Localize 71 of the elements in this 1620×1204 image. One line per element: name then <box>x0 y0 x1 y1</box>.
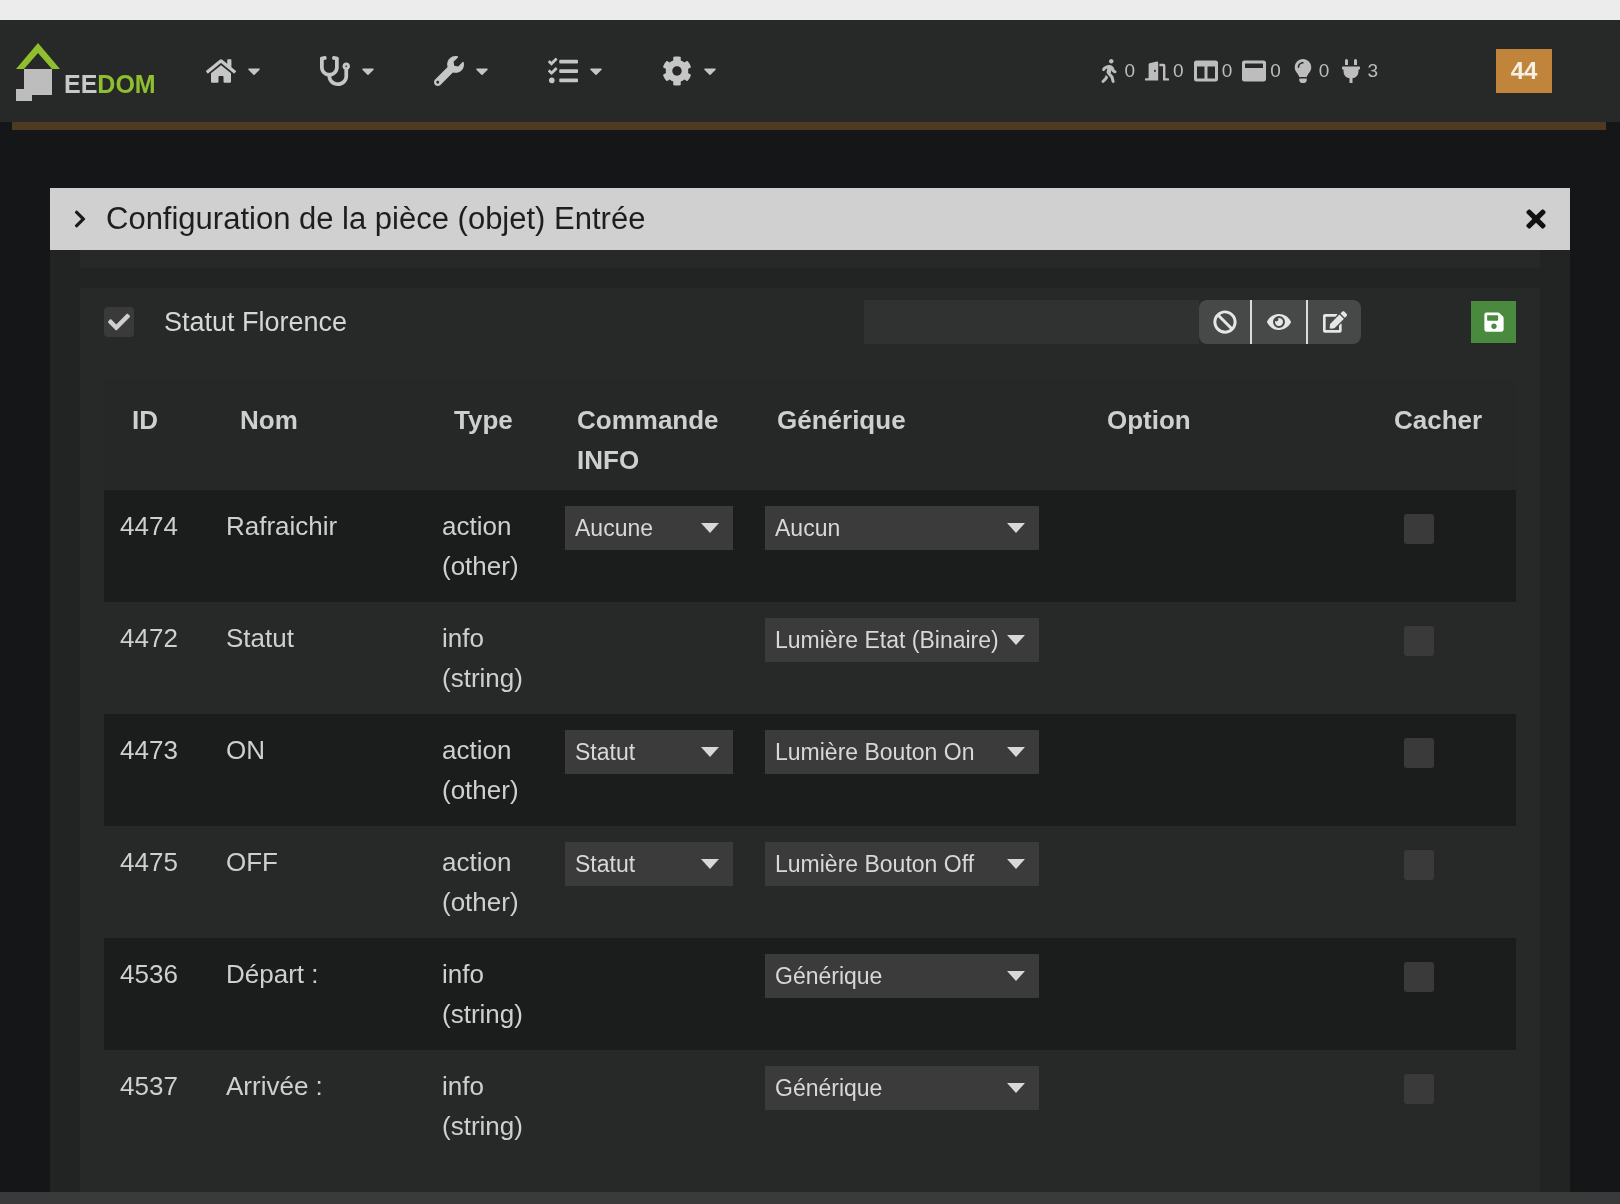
caret-icon <box>1007 859 1025 869</box>
table-cell: Arrivée : <box>226 1071 323 1101</box>
caret-icon <box>1007 747 1025 757</box>
generic-select[interactable]: Lumière Bouton Off <box>765 842 1039 886</box>
table-cell: Rafraichir <box>226 511 338 541</box>
table-cell: action (other) <box>442 847 519 917</box>
table-cell: Statut <box>226 623 294 653</box>
caret-icon <box>1007 523 1025 533</box>
save-icon <box>1482 311 1505 333</box>
table-cell: ON <box>226 735 265 765</box>
table-cell: action (other) <box>442 511 519 581</box>
counter-value: 3 <box>1367 58 1378 83</box>
table-cell: Départ : <box>226 959 319 989</box>
table-cell: info (string) <box>442 959 523 1029</box>
hide-checkbox[interactable] <box>1404 962 1434 992</box>
caret-icon <box>1007 635 1025 645</box>
generic-select[interactable]: Générique <box>765 1066 1039 1110</box>
counter-value: 0 <box>1124 58 1136 83</box>
stethoscope-icon <box>320 56 350 86</box>
logo[interactable]: EEDOM <box>14 39 164 103</box>
hide-checkbox[interactable] <box>1404 514 1434 544</box>
column-header: Cacher <box>1394 405 1483 435</box>
caret-icon <box>1007 1083 1025 1093</box>
hide-checkbox[interactable] <box>1404 738 1434 768</box>
caret-icon <box>1007 971 1025 981</box>
table-cell: 4475 <box>120 847 178 877</box>
caret-icon <box>701 747 719 757</box>
table-cell: 4473 <box>120 735 178 765</box>
column-header: Générique <box>777 405 906 435</box>
window-icon[interactable] <box>1193 59 1218 83</box>
shutter-icon[interactable] <box>1242 59 1267 83</box>
wrench-icon <box>434 56 464 86</box>
table-cell: info (string) <box>442 1071 523 1141</box>
door-icon[interactable] <box>1145 59 1170 83</box>
text-input[interactable] <box>864 300 1199 344</box>
counter-value: 0 <box>1173 58 1184 83</box>
table-cell: 4472 <box>120 623 178 653</box>
equipment-checkbox[interactable] <box>104 307 134 337</box>
home-icon <box>206 56 236 86</box>
check-icon <box>108 311 130 333</box>
column-header: Nom <box>240 405 298 435</box>
column-header: Commande INFO <box>577 405 719 475</box>
table-cell: info (string) <box>442 623 523 693</box>
equipment-name: Statut Florence <box>164 305 349 339</box>
logo-text: EEDOM <box>64 72 156 97</box>
table-cell: action (other) <box>442 735 519 805</box>
edit-icon <box>1322 310 1347 334</box>
ban-icon <box>1212 310 1237 334</box>
column-header: Option <box>1107 405 1191 435</box>
command-select[interactable]: Statut <box>565 730 733 774</box>
table-cell: OFF <box>226 847 278 877</box>
checklist-icon <box>548 56 578 86</box>
command-select[interactable]: Aucune <box>565 506 733 550</box>
generic-select[interactable]: Lumière Etat (Binaire) <box>765 618 1039 662</box>
generic-select[interactable]: Lumière Bouton On <box>765 730 1039 774</box>
command-select[interactable]: Statut <box>565 842 733 886</box>
modal-title: Configuration de la pièce (objet) Entrée <box>106 199 646 238</box>
generic-select[interactable]: Générique <box>765 954 1039 998</box>
caret-icon <box>701 859 719 869</box>
settings-icon <box>662 56 692 86</box>
counter-value: 0 <box>1221 58 1233 83</box>
column-header: Type <box>454 405 513 435</box>
save-button[interactable] <box>1471 301 1516 343</box>
caret-icon <box>701 523 719 533</box>
counter-value: 0 <box>1318 58 1330 83</box>
table-cell: 4536 <box>120 959 178 989</box>
counter-value: 0 <box>1270 58 1281 83</box>
table-cell: 4474 <box>120 511 178 541</box>
table-cell: 4537 <box>120 1071 178 1101</box>
generic-select[interactable]: Aucun <box>765 506 1039 550</box>
column-header: ID <box>132 405 158 435</box>
